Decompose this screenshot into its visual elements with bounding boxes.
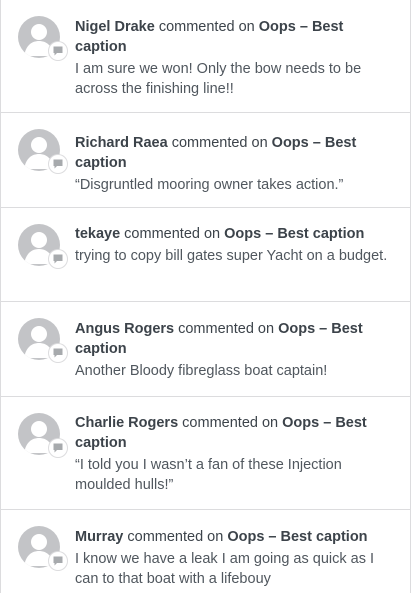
comment-action-text: commented on	[154, 19, 259, 35]
comment-action-text: commented on	[167, 135, 272, 151]
comment-author-link[interactable]: Richard Raea	[75, 135, 168, 151]
comment-post-link[interactable]: Oops – Best caption	[224, 226, 364, 242]
comment-author-link[interactable]: Angus Rogers	[75, 321, 174, 337]
comment-item: Angus Rogers commented on Oops – Best ca…	[1, 302, 410, 397]
comment-header: Nigel Drake commented on Oops – Best cap…	[75, 17, 396, 57]
comment-text: I am sure we won! Only the bow needs to …	[75, 61, 362, 97]
comment-header: Richard Raea commented on Oops – Best ca…	[75, 133, 396, 173]
comment-item: Richard Raea commented on Oops – Best ca…	[1, 113, 410, 208]
comment-bubble-icon	[49, 42, 67, 60]
comment-bubble-icon	[49, 439, 67, 457]
comment-text: I know we have a leak I am going as quic…	[75, 551, 375, 587]
comment-item: Nigel Drake commented on Oops – Best cap…	[1, 0, 410, 113]
comment-header: Murray commented on Oops – Best caption	[75, 527, 396, 547]
comment-post-link[interactable]: Oops – Best caption	[227, 529, 367, 545]
comment-header: Charlie Rogers commented on Oops – Best …	[75, 413, 396, 453]
comment-action-text: commented on	[120, 226, 225, 242]
comment-text: trying to copy bill gates super Yacht on…	[75, 248, 388, 264]
activity-feed: Nigel Drake commented on Oops – Best cap…	[0, 0, 411, 593]
comment-action-text: commented on	[174, 321, 279, 337]
comment-action-text: commented on	[123, 529, 228, 545]
comment-header: tekaye commented on Oops – Best caption	[75, 224, 396, 244]
comment-action-text: commented on	[178, 415, 283, 431]
comment-author-link[interactable]: tekaye	[75, 226, 120, 242]
comment-item: Murray commented on Oops – Best caption …	[1, 510, 410, 593]
comment-bubble-icon	[49, 155, 67, 173]
comment-header: Angus Rogers commented on Oops – Best ca…	[75, 319, 396, 359]
comment-bubble-icon	[49, 250, 67, 268]
comment-author-link[interactable]: Charlie Rogers	[75, 415, 178, 431]
comment-bubble-icon	[49, 344, 67, 362]
comment-author-link[interactable]: Murray	[75, 529, 123, 545]
comment-text: “I told you I wasn’t a fan of these Inje…	[75, 457, 342, 493]
comment-bubble-icon	[49, 552, 67, 570]
comment-author-link[interactable]: Nigel Drake	[75, 19, 155, 35]
comment-text: “Disgruntled mooring owner takes action.…	[75, 177, 344, 193]
comment-item: Charlie Rogers commented on Oops – Best …	[1, 397, 410, 510]
comment-item: tekaye commented on Oops – Best caption …	[1, 208, 410, 302]
comment-text: Another Bloody fibreglass boat captain!	[75, 363, 328, 379]
